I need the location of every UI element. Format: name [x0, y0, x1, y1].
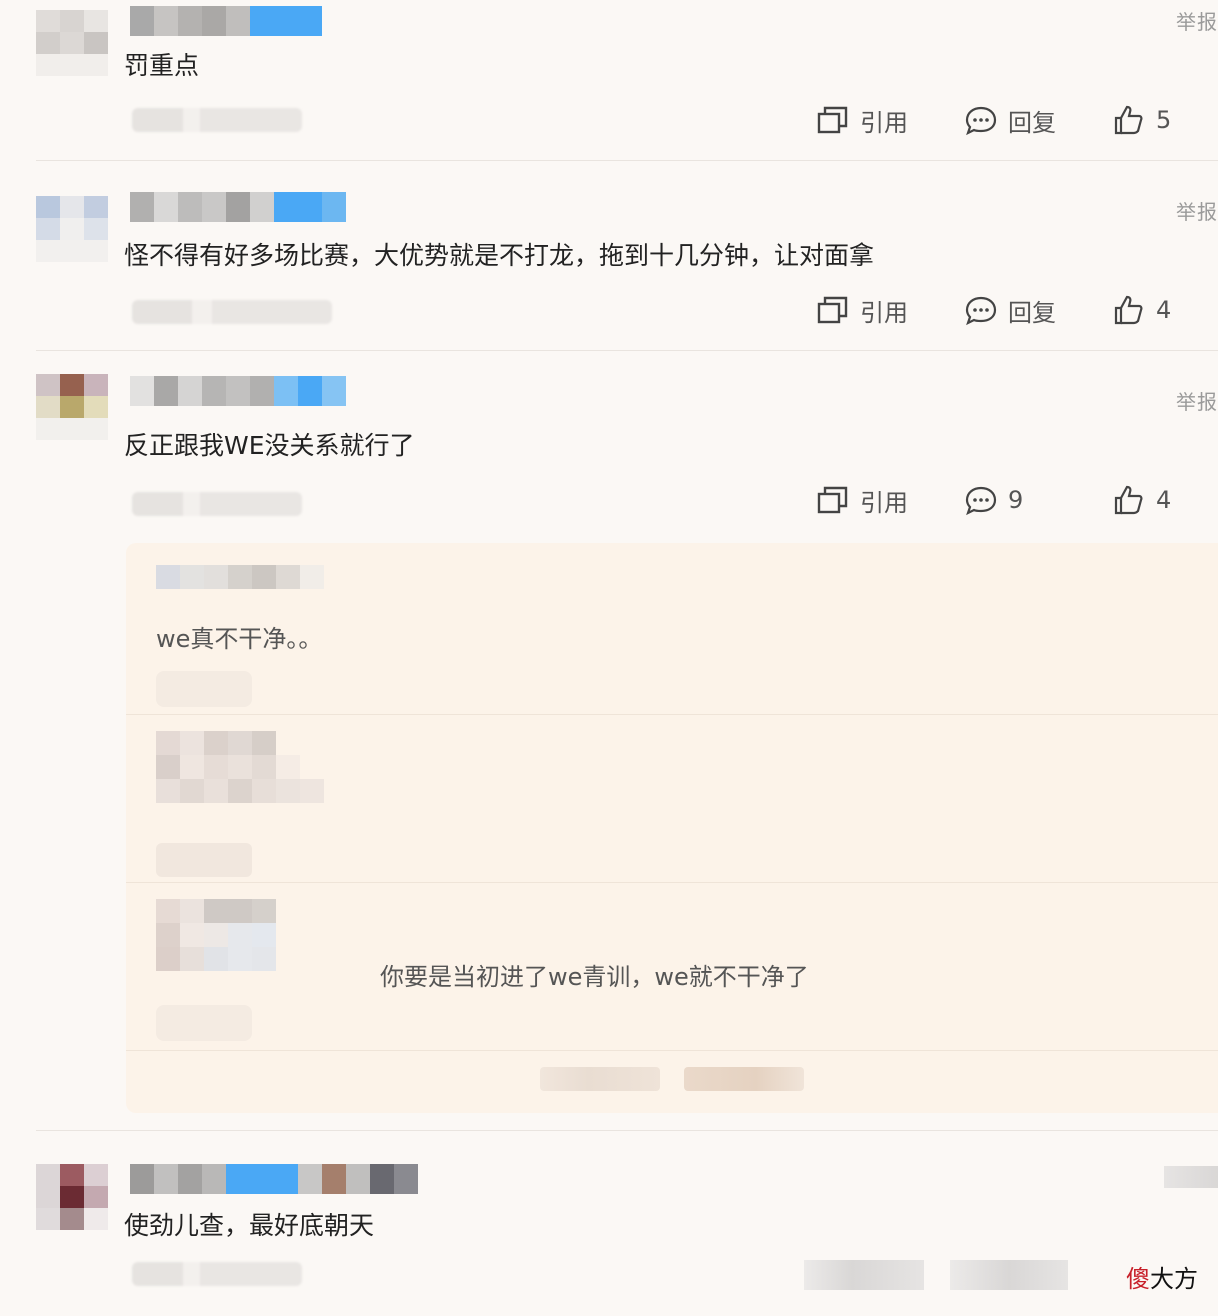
- quote-icon: [816, 104, 850, 136]
- like-count: 4: [1156, 486, 1172, 514]
- comment-actions: 引用 回复 5: [816, 100, 1171, 140]
- username[interactable]: [130, 6, 322, 36]
- username[interactable]: [130, 192, 346, 222]
- like-button[interactable]: 4: [1112, 294, 1171, 326]
- reply-item: [126, 715, 1218, 883]
- avatar[interactable]: [36, 374, 108, 440]
- quote-button[interactable]: 引用: [816, 103, 964, 138]
- comment-text: 反正跟我WE没关系就行了: [124, 431, 415, 460]
- reply-username[interactable]: [156, 731, 324, 803]
- like-count: 4: [1156, 296, 1172, 324]
- comment-meta: [132, 492, 302, 516]
- reply-item: we真不干净。。: [126, 543, 1218, 715]
- quote-label: 引用: [860, 298, 908, 327]
- reply-text: we真不干净。。: [156, 625, 323, 653]
- reply-text-blurred: [156, 843, 252, 877]
- reply-count: 9: [1008, 486, 1024, 514]
- username[interactable]: [130, 1164, 418, 1194]
- quote-icon: [816, 484, 850, 516]
- comment-icon: [964, 294, 998, 326]
- reply-button[interactable]: 回复: [964, 293, 1112, 328]
- like-button[interactable]: 4: [1112, 484, 1171, 516]
- report-link[interactable]: 举报: [1176, 386, 1218, 415]
- avatar[interactable]: [36, 1164, 108, 1230]
- quote-icon: [816, 294, 850, 326]
- comment-meta: [132, 108, 302, 132]
- reply-count-button[interactable]: 9: [964, 484, 1112, 516]
- pagination-next[interactable]: [684, 1067, 804, 1091]
- quote-button[interactable]: 引用: [816, 293, 964, 328]
- thumbs-up-icon: [1112, 104, 1146, 136]
- comment-text: 罚重点: [124, 51, 200, 80]
- reply-username[interactable]: [156, 565, 324, 589]
- comment-meta: [132, 1262, 302, 1286]
- divider: [126, 1050, 1218, 1051]
- comment-meta: [132, 300, 332, 324]
- reply-meta: [156, 1005, 252, 1041]
- comment-icon: [964, 104, 998, 136]
- reply-button[interactable]: 回复: [964, 103, 1112, 138]
- like-button[interactable]: 5: [1112, 104, 1171, 136]
- comment-text: 使劲儿查，最好底朝天: [124, 1211, 375, 1240]
- reply-text: 你要是当初进了we青训，we就不干净了: [380, 963, 809, 991]
- reply-label: 回复: [1008, 298, 1056, 327]
- report-link[interactable]: 举报: [1176, 6, 1218, 35]
- comment-item: 举报 怪不得有好多场比赛，大优势就是不打龙，拖到十几分钟，让对面拿 引用 回复 …: [36, 180, 1218, 350]
- reply-username[interactable]: [156, 899, 324, 971]
- reply-item: 你要是当初进了we青训，we就不干净了: [126, 883, 1218, 1051]
- username[interactable]: [130, 376, 346, 406]
- replies-panel: we真不干净。。 你要是当初进了we青训，we就不干净了: [126, 543, 1218, 1113]
- comment-text: 怪不得有好多场比赛，大优势就是不打龙，拖到十几分钟，让对面拿: [124, 241, 875, 270]
- quote-button[interactable]: 引用: [816, 483, 964, 518]
- comment-item: 使劲儿查，最好底朝天: [36, 1150, 1218, 1316]
- comment-icon: [964, 484, 998, 516]
- pagination-prev[interactable]: [540, 1067, 660, 1091]
- watermark-logo: 傻大方: [1126, 1265, 1198, 1293]
- divider: [36, 160, 1218, 161]
- thumbs-up-icon: [1112, 484, 1146, 516]
- reply-label: 回复: [1008, 108, 1056, 137]
- comment-actions: 引用 回复 4: [816, 290, 1171, 330]
- comment-actions: 引用 9 4: [816, 480, 1171, 520]
- report-link[interactable]: 举报: [1176, 196, 1218, 225]
- reply-meta: [156, 671, 252, 707]
- comment-item: 举报 罚重点 引用 回复 5: [36, 0, 1218, 160]
- like-count: 5: [1156, 106, 1172, 134]
- avatar[interactable]: [36, 196, 108, 262]
- divider: [36, 1130, 1218, 1131]
- report-link-blurred[interactable]: [1164, 1166, 1218, 1188]
- comment-actions-blurred: [950, 1260, 1068, 1290]
- quote-label: 引用: [860, 108, 908, 137]
- divider: [36, 350, 1218, 351]
- comment-actions-blurred: [804, 1260, 924, 1290]
- avatar[interactable]: [36, 10, 108, 76]
- quote-label: 引用: [860, 488, 908, 517]
- thumbs-up-icon: [1112, 294, 1146, 326]
